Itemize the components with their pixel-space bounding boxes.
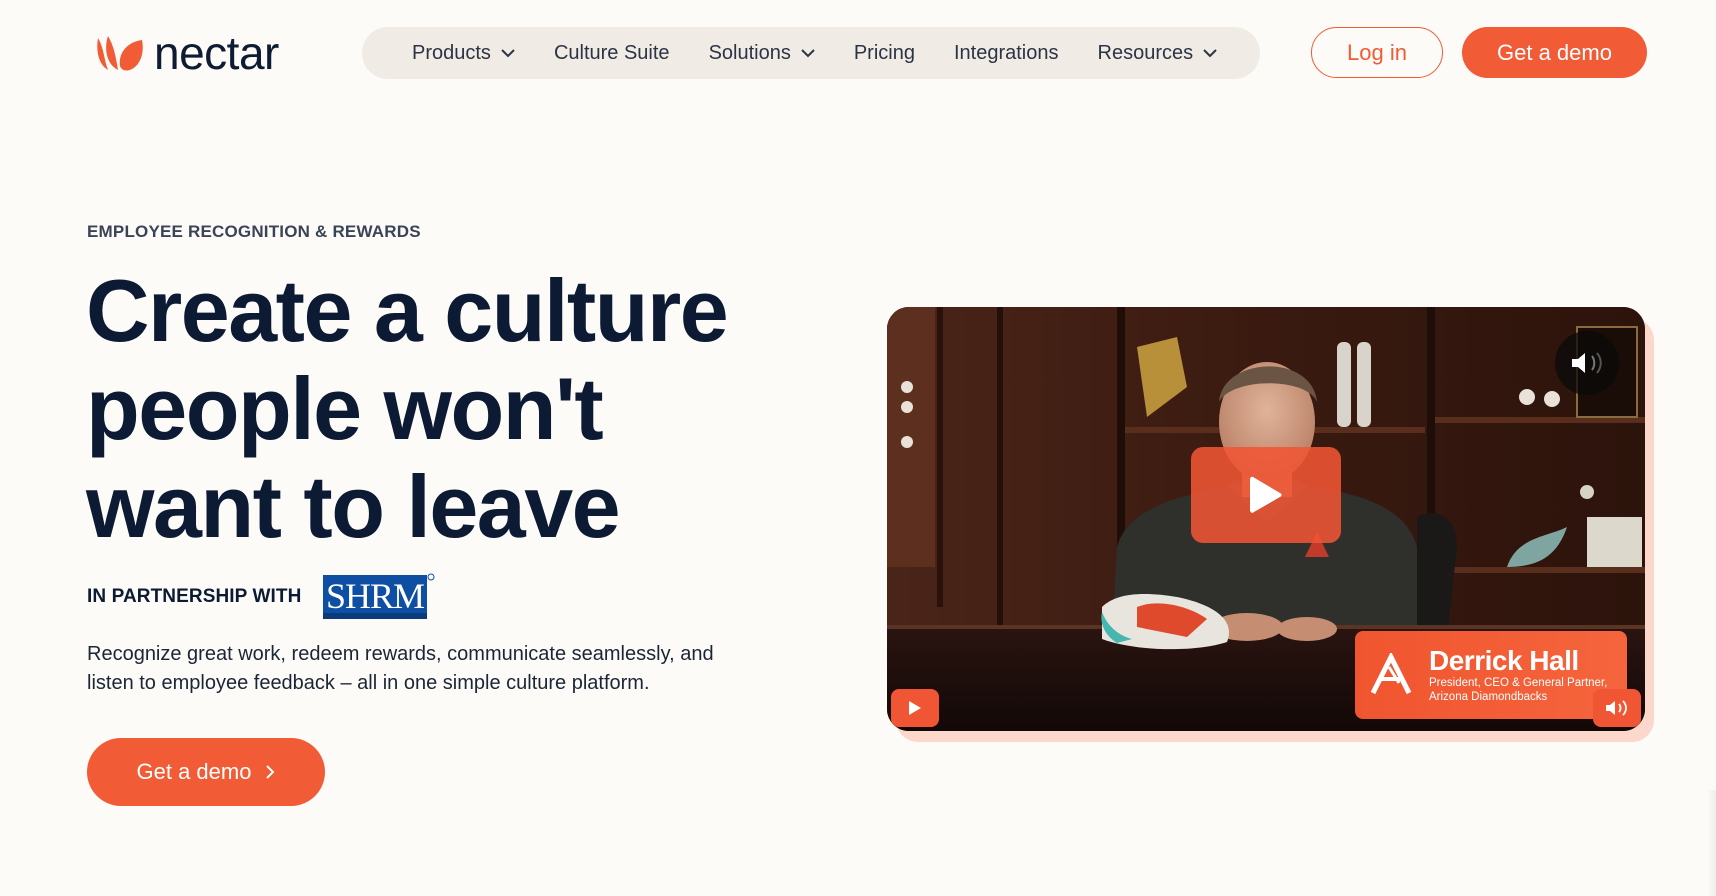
- partnership-row: IN PARTNERSHIP WITH SHRM: [87, 573, 437, 620]
- logo-wordmark: nectar: [154, 27, 279, 79]
- nav-products[interactable]: Products: [412, 42, 515, 65]
- nectar-logo-icon: [97, 36, 143, 71]
- nav-label: Integrations: [953, 41, 1059, 64]
- nav-solutions[interactable]: Solutions: [709, 42, 815, 65]
- chevron-down-icon: [801, 48, 815, 57]
- video-play-control[interactable]: [891, 689, 939, 727]
- nav-resources[interactable]: Resources: [1098, 42, 1218, 65]
- mute-toggle-button[interactable]: [1555, 331, 1619, 395]
- chevron-down-icon: [501, 48, 515, 57]
- play-video-button[interactable]: [1191, 447, 1341, 543]
- volume-icon: [1606, 700, 1627, 716]
- nav-culture-suite[interactable]: Culture Suite: [554, 42, 670, 65]
- get-demo-header-button[interactable]: Get a demo: [1462, 27, 1647, 78]
- hero-headline: Create a culture people won't want to le…: [86, 262, 786, 556]
- page-edge-shadow: [1708, 790, 1716, 896]
- speaker-info: Derrick Hall President, CEO & General Pa…: [1429, 646, 1607, 704]
- svg-text:SHRM: SHRM: [326, 576, 424, 616]
- nav-pricing[interactable]: Pricing: [854, 42, 915, 65]
- get-demo-hero-button[interactable]: Get a demo: [87, 738, 325, 806]
- nav-integrations[interactable]: Integrations: [954, 42, 1059, 65]
- headline-line: want to leave: [86, 457, 621, 556]
- headline-line: people won't: [86, 359, 604, 458]
- site-header: nectar Products Culture Suite Solutions …: [0, 0, 1716, 106]
- video-volume-control[interactable]: [1593, 689, 1641, 727]
- nav-label: Products: [412, 41, 491, 64]
- cta-label: Get a demo: [136, 759, 252, 784]
- speaker-nameplate: Derrick Hall President, CEO & General Pa…: [1355, 631, 1627, 719]
- hero-eyebrow: EMPLOYEE RECOGNITION & REWARDS: [87, 222, 421, 241]
- main-nav: Products Culture Suite Solutions Pricing…: [362, 27, 1260, 79]
- nav-label: Pricing: [853, 41, 915, 64]
- partnership-label: IN PARTNERSHIP WITH: [87, 586, 302, 607]
- speaker-role: President, CEO & General Partner,: [1429, 677, 1608, 689]
- login-button[interactable]: Log in: [1311, 27, 1443, 78]
- hero-description: Recognize great work, redeem rewards, co…: [87, 643, 714, 694]
- diamondbacks-logo: [1370, 653, 1412, 695]
- shrm-logo: SHRM: [323, 573, 435, 619]
- chevron-down-icon: [1203, 48, 1217, 57]
- hero-video[interactable]: Derrick Hall President, CEO & General Pa…: [887, 307, 1645, 731]
- nav-label: Solutions: [708, 41, 791, 64]
- speaker-name: Derrick Hall: [1429, 645, 1579, 676]
- play-icon: [1250, 476, 1282, 513]
- mute-icon: [1572, 352, 1602, 374]
- nectar-logo[interactable]: nectar: [94, 30, 279, 76]
- headline-line: Create a culture: [86, 261, 729, 360]
- nav-label: Culture Suite: [553, 41, 670, 64]
- chevron-right-icon: [266, 765, 275, 779]
- nav-label: Resources: [1097, 41, 1194, 64]
- play-icon: [909, 701, 921, 715]
- speaker-team: Arizona Diamondbacks: [1429, 691, 1548, 703]
